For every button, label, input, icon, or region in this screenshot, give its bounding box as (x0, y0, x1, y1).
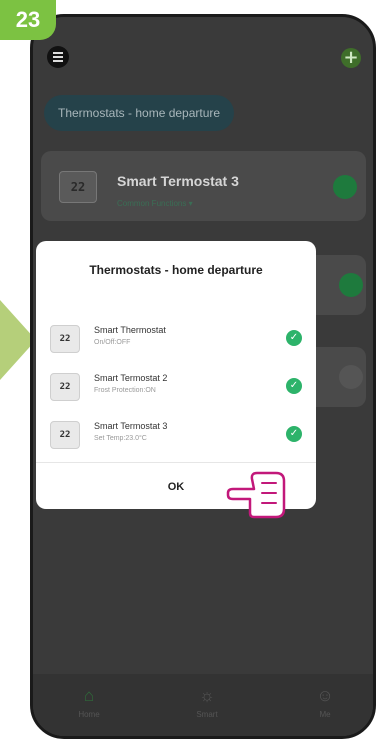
menu-icon[interactable] (47, 46, 69, 68)
dialog-divider (36, 462, 316, 463)
tab-home[interactable]: ⌂ Home (59, 686, 119, 719)
profile-icon: ☺ (316, 686, 334, 705)
common-functions-link[interactable]: Common Functions ▾ (117, 199, 193, 208)
bottom-tab-bar: ⌂ Home ☼ Smart ☺ Me (33, 674, 373, 736)
device-name: Smart Termostat 2 (94, 373, 168, 383)
power-icon[interactable] (339, 273, 363, 297)
device-status: Set Temp:23.0°C (94, 435, 147, 442)
thermostat-image: 22 (59, 171, 97, 203)
tab-label: Me (319, 710, 331, 719)
list-item: 22 Smart Termostat 2 Frost Protection:ON… (50, 369, 302, 407)
check-icon: ✓ (286, 330, 302, 346)
list-item: 22 Smart Termostat 3 Set Temp:23.0°C ✓ (50, 417, 302, 455)
add-icon[interactable]: + (341, 48, 361, 68)
thermostat-image: 22 (50, 373, 80, 401)
tab-label: Smart (196, 710, 218, 719)
tab-smart[interactable]: ☼ Smart (177, 686, 237, 719)
tab-label: Home (78, 710, 100, 719)
scene-tab[interactable]: Thermostats - home departure (44, 95, 235, 131)
step-number-badge: 23 (0, 0, 56, 40)
pointing-hand-icon (226, 471, 286, 519)
home-icon: ⌂ (83, 686, 95, 705)
list-item: 22 Smart Thermostat On/Off:OFF ✓ (50, 321, 302, 359)
power-icon[interactable] (333, 175, 357, 199)
device-name: Smart Termostat 3 (94, 421, 168, 431)
thermostat-image: 22 (50, 421, 80, 449)
device-status: Frost Protection:ON (94, 387, 156, 394)
device-status: On/Off:OFF (94, 339, 131, 346)
thermostat-image: 22 (50, 325, 80, 353)
check-icon: ✓ (286, 378, 302, 394)
dialog-title: Thermostats - home departure (89, 263, 263, 277)
device-name: Smart Termostat 3 (117, 173, 239, 189)
power-icon[interactable] (339, 365, 363, 389)
check-icon: ✓ (286, 426, 302, 442)
device-card[interactable]: 22 Smart Termostat 3 Common Functions ▾ (41, 151, 366, 221)
smart-sun-icon: ☼ (199, 686, 215, 705)
tab-me[interactable]: ☺ Me (295, 686, 355, 719)
device-name: Smart Thermostat (94, 325, 166, 335)
